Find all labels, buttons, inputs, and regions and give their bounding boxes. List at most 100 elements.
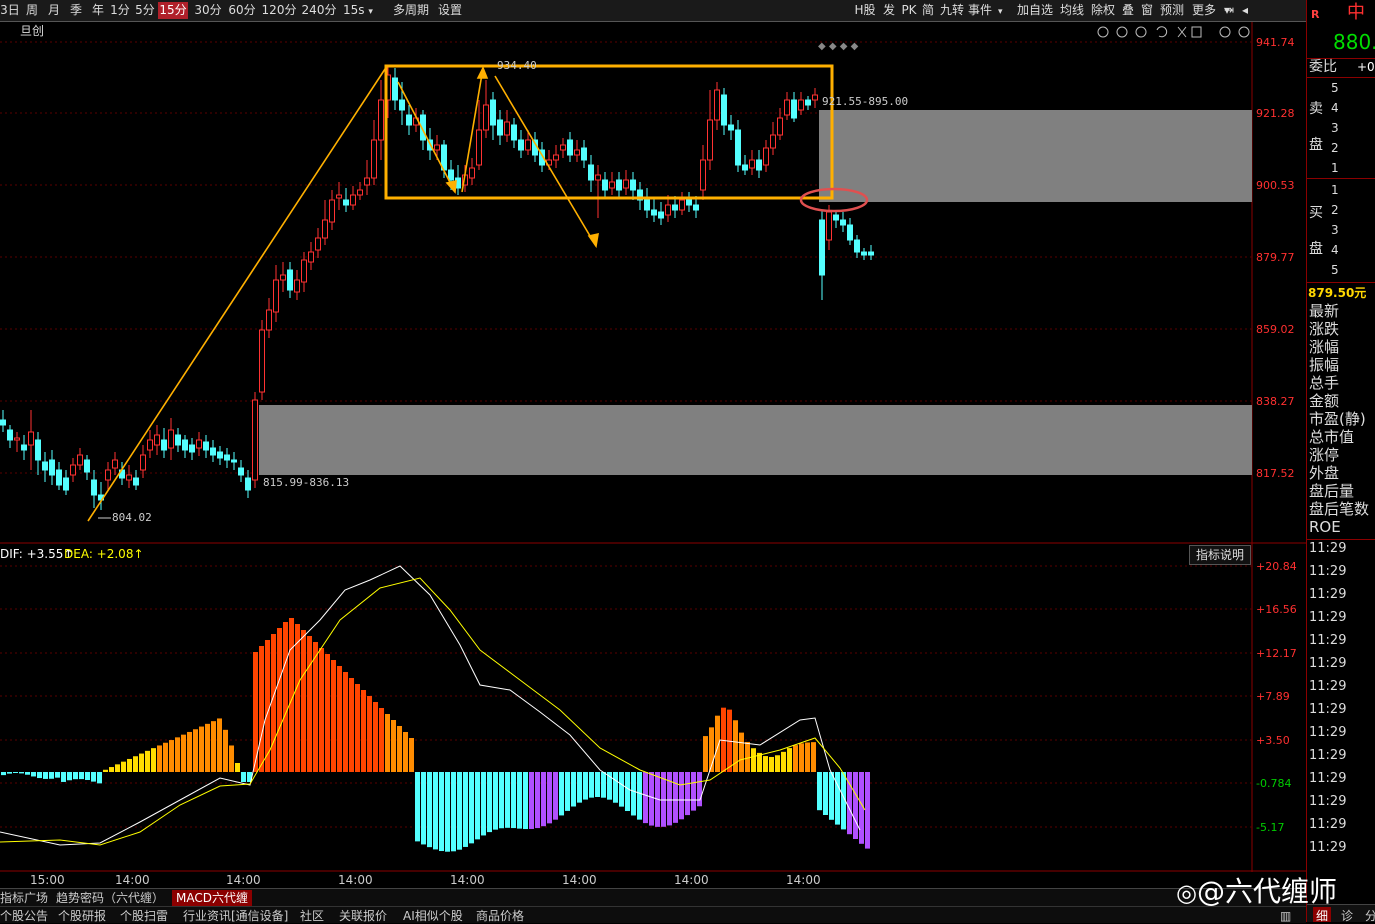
price-tick: 941.74: [1256, 36, 1295, 49]
scissors-icon[interactable]: [1177, 26, 1187, 38]
candle-body: [140, 454, 146, 471]
candle-body: [749, 159, 755, 169]
tab-indicator-square[interactable]: 指标广场: [0, 890, 48, 906]
tick-time: 11:29: [1309, 817, 1347, 832]
sell-level: 2: [1331, 141, 1339, 155]
tick-time: 11:29: [1309, 840, 1347, 855]
arrowhead: [476, 66, 489, 79]
tab-macd[interactable]: MACD六代缠: [172, 890, 252, 906]
zoom-out-icon[interactable]: [1238, 26, 1250, 38]
macd-bar: [619, 772, 624, 807]
candle-body: [315, 237, 321, 251]
weibo-icon: ◎: [1176, 879, 1197, 907]
tick-time: 11:29: [1309, 794, 1347, 809]
time-tick: 14:00: [450, 873, 485, 887]
tab-trend-code[interactable]: 趋势密码（六代缠）: [56, 890, 164, 906]
candle-body: [210, 447, 216, 456]
quote-field-label: 涨幅: [1309, 338, 1340, 356]
candle-body: [245, 477, 251, 491]
sell-level: 1: [1331, 161, 1339, 175]
candle-body: [672, 204, 678, 211]
candle-body: [651, 209, 657, 216]
macd-bar: [547, 772, 552, 824]
macd-bar: [373, 702, 378, 772]
candle-body: [63, 477, 69, 491]
candle-body: [21, 444, 27, 451]
macd-bar: [553, 772, 558, 820]
buy-label: 盘: [1309, 241, 1323, 257]
candle-body: [854, 239, 860, 253]
undo-icon[interactable]: [1156, 26, 1168, 38]
macd-tick: +12.17: [1256, 647, 1297, 660]
lower-zone: [259, 405, 1252, 475]
buy-label: 买: [1309, 205, 1323, 221]
tick-time: 11:29: [1309, 748, 1347, 763]
candle-body: [14, 437, 20, 441]
macd-bar: [79, 772, 84, 780]
candle-body: [658, 211, 664, 219]
kline-chart[interactable]: 旦创 934.40 921.55-895.00 815.99-836.13 80…: [0, 0, 1306, 922]
candle-body: [665, 204, 671, 216]
quote-panel: R 中 880. 委比 +0 卖 盘 5 4 3 2 1 买 盘 1 2 3 4 5 879.5…: [1306, 0, 1375, 922]
candle-body: [91, 479, 97, 496]
macd-tick: +20.84: [1256, 560, 1297, 573]
divider: [1307, 282, 1375, 283]
macd-bar: [55, 772, 60, 778]
macd-bar: [739, 732, 744, 772]
analysis-tab[interactable]: 分: [1365, 907, 1375, 922]
arrowhead: [587, 232, 599, 249]
macd-bar: [523, 772, 528, 830]
candle-body: [448, 169, 454, 181]
macd-bar: [703, 736, 708, 772]
candle-body: [49, 459, 55, 476]
macd-bar: [673, 772, 678, 823]
macd-bar: [121, 761, 126, 772]
price-tick: 838.27: [1256, 395, 1295, 408]
macd-bar: [397, 726, 402, 772]
macd-bar: [7, 772, 12, 774]
zoom-in-icon[interactable]: [1219, 26, 1231, 38]
quote-field-label: 总市值: [1309, 428, 1355, 446]
time-tick: 14:00: [338, 873, 373, 887]
candle-body: [364, 177, 370, 186]
macd-bar: [649, 772, 654, 826]
candle-body: [0, 419, 6, 426]
macd-bar: [601, 772, 606, 798]
candle-body: [770, 134, 776, 149]
hand-icon[interactable]: [1116, 26, 1128, 38]
candle-body: [42, 461, 48, 471]
candle-body: [77, 454, 83, 466]
candle-body: [196, 439, 202, 449]
refresh-icon[interactable]: [1135, 26, 1147, 38]
macd-bar: [775, 755, 780, 772]
time-axis: 15:00 14:00 14:00 14:00 14:00 14:00 14:00 14:00: [30, 873, 821, 887]
candle-body: [357, 189, 363, 196]
candle-body: [518, 139, 524, 151]
macd-bar: [745, 741, 750, 772]
candle-body: [182, 439, 188, 451]
macd-bar: [763, 756, 768, 772]
eye-icon[interactable]: [1097, 26, 1109, 38]
candle-body: [588, 164, 594, 181]
macd-bar: [49, 772, 54, 779]
macd-bar: [535, 772, 540, 829]
down-arrow-1: [397, 81, 456, 193]
macd-bar: [73, 772, 78, 780]
macd-bar: [661, 772, 666, 827]
high-price-label: 934.40: [497, 59, 537, 72]
macd-bar: [271, 634, 276, 772]
macd-tick: +3.50: [1256, 734, 1290, 747]
down-arrow-2: [494, 75, 597, 247]
candle-body: [623, 179, 629, 189]
macd-bar: [85, 772, 90, 781]
trash-icon[interactable]: [1191, 26, 1202, 38]
diagnose-tab[interactable]: 诊: [1341, 907, 1353, 922]
candle-body: [616, 179, 622, 191]
indicator-help-button[interactable]: 指标说明: [1189, 545, 1251, 565]
quote-field-label: 市盈(静): [1309, 410, 1366, 428]
candle-body: [847, 224, 853, 241]
upper-zone: [819, 110, 1252, 202]
candle-body: [308, 251, 314, 263]
quote-field-label: 金额: [1309, 392, 1340, 410]
macd-bar: [97, 772, 102, 784]
